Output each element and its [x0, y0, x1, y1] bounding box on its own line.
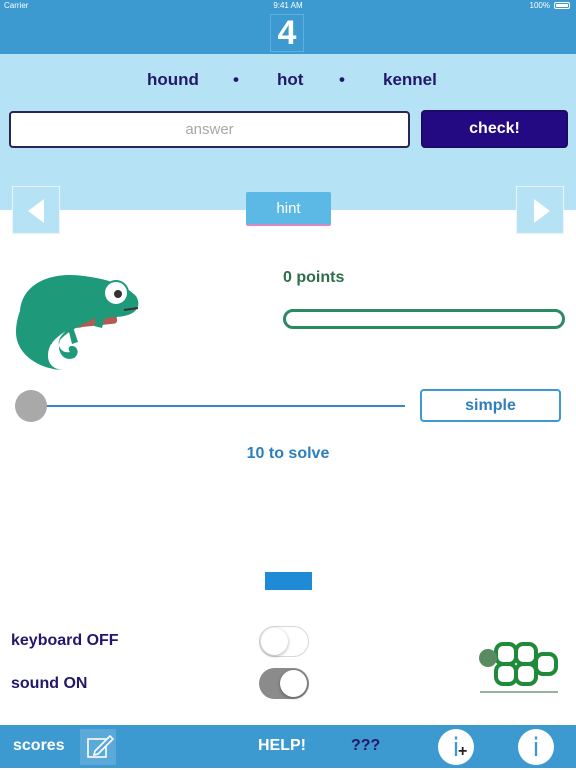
check-button-label: check! — [469, 120, 520, 137]
mystery-button[interactable]: ??? — [351, 737, 380, 755]
clue-separator: • — [233, 70, 239, 89]
keyboard-toggle[interactable] — [259, 626, 309, 657]
clock: 9:41 AM — [273, 1, 303, 10]
scores-button[interactable]: scores — [13, 737, 65, 755]
toggle-knob — [280, 670, 307, 697]
chevron-left-icon — [28, 199, 44, 223]
difficulty-slider-track[interactable] — [31, 405, 405, 407]
previous-button[interactable] — [12, 186, 60, 234]
hint-button-label: hint — [276, 199, 301, 217]
celtic-knot-logo — [479, 642, 558, 693]
hint-button[interactable]: hint — [246, 192, 331, 226]
keyboard-setting-label: keyboard OFF — [11, 632, 119, 649]
help-button[interactable]: HELP! — [258, 737, 306, 755]
clue-word-1: hound — [147, 70, 199, 89]
plus-icon: + — [458, 743, 468, 760]
app-logo: 4 — [270, 14, 304, 52]
points-label: 0 points — [283, 269, 345, 286]
clue-word-2: hot — [277, 70, 304, 89]
answer-input[interactable] — [9, 111, 410, 148]
chevron-right-icon — [534, 199, 550, 223]
sound-toggle[interactable] — [259, 668, 309, 699]
blue-indicator[interactable] — [265, 572, 312, 590]
battery-percent: 100% — [529, 1, 550, 10]
logo-glyph: 4 — [277, 13, 297, 52]
info-plus-icon: i — [452, 733, 460, 763]
info-plus-button[interactable]: i + — [438, 729, 474, 765]
points-progress-bar — [283, 309, 565, 329]
edit-button[interactable] — [80, 729, 116, 765]
info-icon: i — [532, 733, 540, 763]
next-button[interactable] — [516, 186, 564, 234]
info-button[interactable]: i — [518, 729, 554, 765]
clue-separator: • — [339, 70, 345, 89]
difficulty-slider-thumb[interactable] — [15, 390, 47, 422]
difficulty-label: simple — [465, 396, 516, 414]
edit-icon — [87, 734, 115, 758]
chameleon-icon — [16, 274, 139, 370]
to-solve-label: 10 to solve — [246, 445, 330, 462]
battery-icon — [554, 2, 570, 9]
toggle-knob — [261, 628, 288, 655]
sound-setting-label: sound ON — [11, 675, 88, 692]
status-bar: Carrier 9:41 AM 100% — [0, 0, 576, 12]
check-button[interactable]: check! — [421, 110, 568, 148]
difficulty-button[interactable]: simple — [420, 389, 561, 422]
clue-word-3: kennel — [383, 70, 437, 89]
